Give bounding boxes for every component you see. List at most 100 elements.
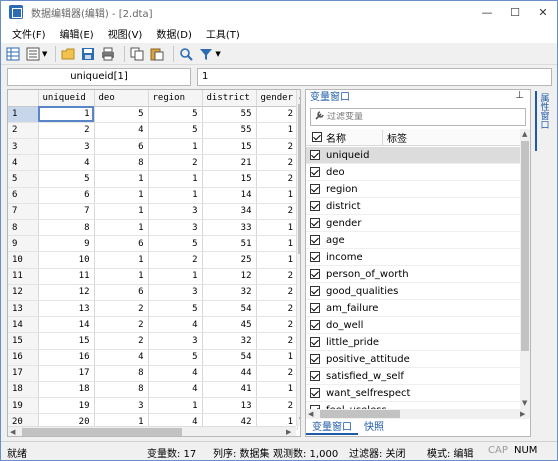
table-cell[interactable]: 32 [202,284,257,301]
scroll-left-icon[interactable]: ◀ [308,410,313,418]
table-cell[interactable]: 2 [94,332,149,350]
table-cell[interactable]: 2 [94,316,149,334]
list-item[interactable]: satisfied_w_self [306,368,520,385]
table-cell[interactable]: 41 [202,381,257,399]
variable-checkbox[interactable] [310,371,320,381]
table-cell[interactable]: 19 [38,397,95,415]
list-item[interactable]: do_well [306,317,520,334]
table-cell[interactable]: 44 [202,365,257,382]
table-cell[interactable]: 7 [38,203,95,221]
row-number[interactable]: 5 [8,170,39,188]
row-number[interactable]: 16 [8,349,39,366]
table-cell[interactable]: 1 [94,251,149,269]
list-item[interactable]: am_failure [306,300,520,317]
scroll-right-icon[interactable]: ▶ [286,428,291,436]
table-cell[interactable]: 51 [202,235,257,253]
table-cell[interactable]: 5 [148,106,203,123]
table-cell[interactable]: 13 [202,397,257,415]
table-cell[interactable]: 2 [256,138,299,156]
table-cell[interactable]: 2 [256,170,299,188]
menu-tools[interactable]: 工具(T) [199,26,247,41]
table-cell[interactable]: 3 [94,397,149,415]
table-cell[interactable]: 8 [94,381,149,399]
table-cell[interactable]: 2 [94,300,149,318]
table-cell[interactable]: 25 [202,251,257,269]
variable-checkbox[interactable] [310,184,320,194]
table-cell[interactable]: 33 [202,219,257,237]
variables-icon[interactable] [25,46,41,62]
table-cell[interactable]: 1 [256,122,299,140]
table-cell[interactable]: 54 [202,300,257,318]
table-cell[interactable]: 1 [94,187,149,204]
variable-checkbox[interactable] [310,303,320,313]
menu-edit[interactable]: 编辑(E) [53,26,101,41]
table-cell[interactable]: 4 [148,316,203,334]
row-number[interactable]: 8 [8,219,39,237]
column-header[interactable]: deo [94,90,149,107]
chevron-down-icon[interactable]: ▼ [42,50,47,58]
table-cell[interactable]: 1 [148,268,203,285]
table-cell[interactable]: 3 [148,219,203,237]
table-cell[interactable]: 3 [148,284,203,301]
grid-view-icon[interactable] [5,46,21,62]
table-cell[interactable]: 13 [38,300,95,318]
table-cell[interactable]: 4 [148,381,203,399]
table-cell[interactable]: 1 [94,219,149,237]
table-cell[interactable]: 1 [256,235,299,253]
list-item[interactable]: region [306,181,520,198]
maximize-button[interactable]: ☐ [501,1,529,23]
table-cell[interactable]: 34 [202,203,257,221]
list-item[interactable]: deo [306,164,520,181]
name-header-label[interactable]: 名称 [326,130,346,145]
row-number[interactable]: 7 [8,203,39,221]
scrollbar-thumb[interactable] [521,141,529,351]
label-header-label[interactable]: 标签 [382,129,407,145]
list-item[interactable]: little_pride [306,334,520,351]
table-cell[interactable]: 15 [202,138,257,156]
filter-icon[interactable] [198,46,214,62]
table-cell[interactable]: 5 [38,170,95,188]
horizontal-scrollbar[interactable]: ◀ ▶ [8,426,296,436]
list-item[interactable]: gender [306,215,520,232]
variable-checkbox[interactable] [310,269,320,279]
variable-checkbox[interactable] [310,235,320,245]
table-cell[interactable]: 2 [256,365,299,382]
corner-cell[interactable] [8,90,39,107]
list-item[interactable]: want_selfrespect [306,385,520,402]
list-item[interactable]: person_of_worth [306,266,520,283]
table-cell[interactable]: 15 [202,170,257,188]
table-cell[interactable]: 2 [256,332,299,350]
scrollbar-thumb[interactable] [22,428,182,436]
pin-icon[interactable]: ⊥ [515,90,524,101]
cell-name-box[interactable]: uniqueid[1] [7,68,191,86]
table-cell[interactable]: 8 [94,365,149,382]
table-cell[interactable]: 12 [38,284,95,301]
scroll-down-icon[interactable]: ▼ [522,399,527,407]
variable-checkbox[interactable] [310,201,320,211]
scroll-down-icon[interactable]: ▼ [299,416,300,424]
variable-checkbox[interactable] [310,150,320,160]
table-cell[interactable]: 1 [148,170,203,188]
minimize-button[interactable]: — [473,1,501,23]
table-cell[interactable]: 9 [38,235,95,253]
table-cell[interactable]: 5 [148,122,203,140]
table-cell[interactable]: 3 [148,203,203,221]
table-cell[interactable]: 12 [202,268,257,285]
variables-horizontal-scrollbar[interactable]: ◀ ▶ [306,409,530,419]
column-header[interactable]: uniqueid [38,90,95,107]
row-number[interactable]: 11 [8,268,39,285]
scrollbar-thumb[interactable] [298,104,300,254]
table-cell[interactable]: 4 [38,154,95,172]
table-cell[interactable]: 5 [94,106,149,123]
row-number[interactable]: 17 [8,365,39,382]
table-cell[interactable]: 2 [148,154,203,172]
table-cell[interactable]: 1 [94,203,149,221]
scroll-up-icon[interactable]: ▲ [522,130,527,138]
table-cell[interactable]: 1 [148,397,203,415]
table-cell[interactable]: 4 [94,349,149,366]
table-cell[interactable]: 10 [38,251,95,269]
row-number[interactable]: 3 [8,138,39,156]
open-folder-icon[interactable] [60,46,76,62]
table-cell[interactable]: 1 [256,187,299,204]
tab-properties[interactable]: 属性窗口 [535,91,551,151]
